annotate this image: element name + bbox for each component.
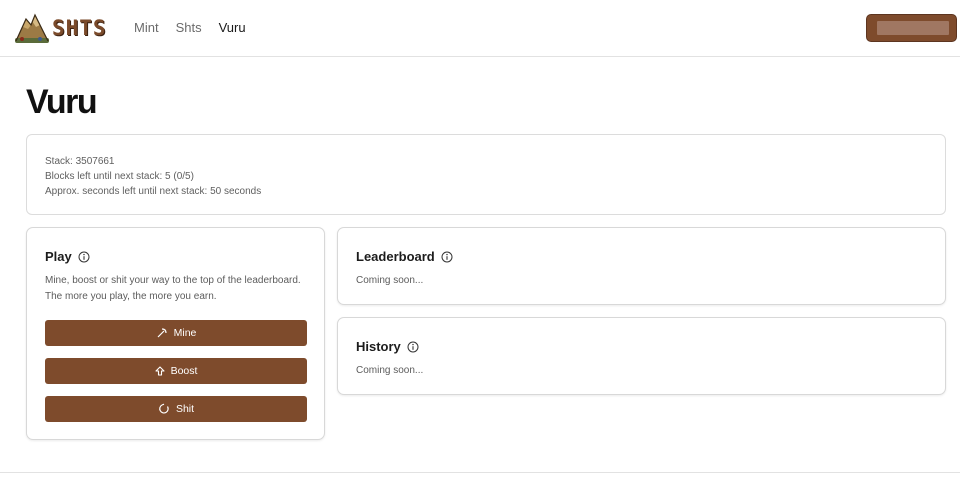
info-icon[interactable]	[441, 251, 453, 263]
main-nav: Mint Shts Vuru	[134, 19, 263, 37]
play-card: Play Mine, boost or shit your way to the…	[26, 227, 325, 440]
seconds-left-value: Approx. seconds left until next stack: 5…	[45, 186, 262, 197]
leaderboard-card: Leaderboard Coming soon...	[337, 227, 946, 305]
play-description: Mine, boost or shit your way to the top …	[45, 275, 301, 302]
info-icon[interactable]	[78, 251, 90, 263]
swirl-icon	[158, 403, 170, 415]
boost-button-label: Boost	[170, 365, 198, 377]
info-icon[interactable]	[407, 341, 419, 353]
history-card-header: History	[356, 339, 419, 354]
wallet-address-redacted	[877, 21, 949, 35]
play-title: Play	[45, 249, 72, 264]
stack-stats-panel: Stack: 3507661 Blocks left until next st…	[26, 134, 946, 215]
stack-value: Stack: 3507661	[45, 156, 115, 167]
footer-divider	[0, 472, 960, 473]
mountain-logo-icon	[15, 13, 49, 43]
page-title: Vuru	[26, 83, 98, 121]
boost-button[interactable]: Boost	[45, 358, 307, 384]
play-card-header: Play	[45, 249, 90, 264]
wallet-button[interactable]	[866, 14, 957, 42]
blocks-left-value: Blocks left until next stack: 5 (0/5)	[45, 171, 194, 182]
leaderboard-title: Leaderboard	[356, 249, 435, 264]
mine-button[interactable]: Mine	[45, 320, 307, 346]
pickaxe-icon	[156, 327, 168, 339]
leaderboard-status: Coming soon...	[356, 275, 424, 286]
mine-button-label: Mine	[173, 327, 197, 339]
nav-link-mint[interactable]: Mint	[134, 19, 159, 37]
nav-link-shts[interactable]: Shts	[176, 19, 202, 37]
history-title: History	[356, 339, 401, 354]
shit-button[interactable]: Shit	[45, 396, 307, 422]
nav-link-vuru[interactable]: Vuru	[219, 19, 246, 37]
history-card: History Coming soon...	[337, 317, 946, 395]
top-bar: SHTS Mint Shts Vuru	[0, 0, 960, 57]
leaderboard-card-header: Leaderboard	[356, 249, 453, 264]
history-status: Coming soon...	[356, 365, 424, 376]
logo[interactable]: SHTS	[14, 10, 112, 46]
shit-button-label: Shit	[175, 403, 195, 415]
arrow-up-icon	[155, 365, 165, 377]
logo-text: SHTS	[52, 16, 107, 40]
